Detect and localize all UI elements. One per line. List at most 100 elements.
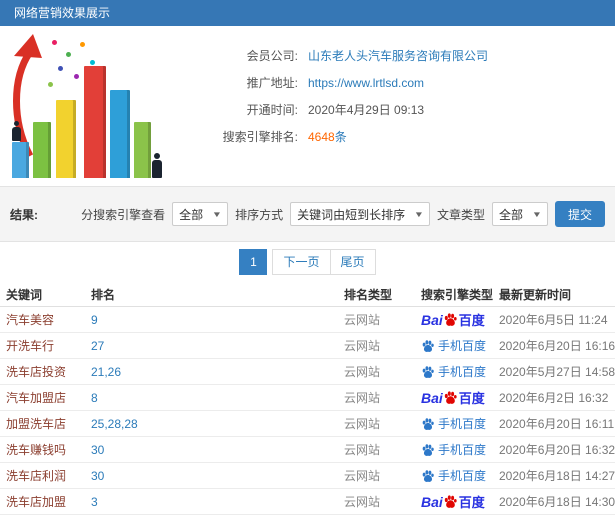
keyword-cell: 洗车赚钱吗 [6, 443, 67, 457]
chevron-down-icon: ▼ [211, 209, 223, 219]
table-row: 开洗车行 27 云网站 手机百度 2020年6月20日 16:16 [0, 333, 615, 359]
mobile-baidu-label: 手机百度 [438, 365, 487, 379]
engine-filter-value: 全部 [179, 207, 204, 222]
baidu-paw-icon [444, 391, 457, 404]
rank-type-cell: 云网站 [344, 417, 381, 431]
baidu-paw-icon [422, 365, 434, 378]
baidu-logo-cn: 百度 [458, 313, 485, 328]
table-row: 洗车店投资 21,26 云网站 手机百度 2020年5月27日 14:58 [0, 359, 615, 385]
chart-bar [33, 122, 51, 178]
filter-controls: 分搜索引擎查看 全部 ▼ 排序方式 关键词由短到长排序 ▼ 文章类型 全部 ▼ … [81, 201, 605, 227]
type-filter-label: 文章类型 [437, 207, 486, 222]
engine-filter-select[interactable]: 全部 ▼ [172, 202, 229, 226]
pagination: 1 下一页 尾页 [0, 242, 615, 282]
rank-link[interactable]: 30 [85, 469, 338, 483]
header-engine-type: 搜索引擎类型 [421, 287, 493, 302]
rank-type-cell: 云网站 [344, 495, 381, 509]
info-row-site: 推广地址: https://www.lrtlsd.com [170, 69, 615, 96]
mobile-baidu-label: 手机百度 [438, 339, 487, 353]
sort-filter-value: 关键词由短到长排序 [297, 207, 406, 222]
baidu-paw-icon [422, 443, 434, 456]
chart-bar [84, 66, 106, 178]
baidu-logo-text: Bai [421, 389, 443, 406]
header-keyword: 关键词 [6, 287, 43, 302]
header-rank-type: 排名类型 [344, 287, 393, 302]
rank-count-suffix: 条 [334, 130, 347, 144]
rank-link[interactable]: 9 [85, 313, 338, 327]
update-time-cell: 2020年6月18日 14:27 [499, 469, 615, 483]
dot-icon [58, 66, 63, 71]
keyword-cell: 洗车店加盟 [6, 495, 67, 509]
keyword-cell: 洗车店利润 [6, 469, 67, 483]
baidu-paw-icon [444, 313, 457, 326]
sort-filter-select[interactable]: 关键词由短到长排序 ▼ [290, 202, 431, 226]
rank-link[interactable]: 3 [85, 495, 338, 509]
engine-cell: Bai 百度 [415, 388, 493, 407]
rank-count-value: 4648 [308, 129, 335, 144]
table-row: 汽车加盟店 8 云网站 Bai 百度 2020年6月2日 16:32 [0, 385, 615, 411]
page-title: 网络营销效果展示 [14, 6, 111, 20]
table-header: 关键词 排名 排名类型 搜索引擎类型 最新更新时间 [0, 282, 615, 307]
keyword-cell: 加盟洗车店 [6, 417, 67, 431]
table-row: 洗车店加盟 3 云网站 Bai 百度 2020年6月18日 14:30 [0, 489, 615, 515]
last-page-button[interactable]: 尾页 [329, 249, 376, 275]
info-row-company: 会员公司: 山东老人头汽车服务咨询有限公司 [170, 42, 615, 69]
account-info-list: 会员公司: 山东老人头汽车服务咨询有限公司 推广地址: https://www.… [170, 26, 615, 186]
table-row: 洗车店利润 30 云网站 手机百度 2020年6月18日 14:27 [0, 463, 615, 489]
dot-icon [66, 52, 71, 57]
filter-bar: 结果: 分搜索引擎查看 全部 ▼ 排序方式 关键词由短到长排序 ▼ 文章类型 全… [0, 186, 615, 242]
rank-type-cell: 云网站 [344, 313, 381, 327]
keyword-cell: 汽车加盟店 [6, 391, 67, 405]
info-row-open-time: 开通时间: 2020年4月29日 09:13 [170, 96, 615, 123]
marketing-report-page: 网络营销效果展示 会员公司: 山东老人头汽车服务咨询有限公司 推广地址: htt… [0, 0, 615, 520]
mobile-baidu-label: 手机百度 [438, 469, 487, 483]
rank-link[interactable]: 25,28,28 [85, 417, 338, 431]
engine-cell: 手机百度 [415, 467, 493, 484]
company-link[interactable]: 山东老人头汽车服务咨询有限公司 [308, 47, 488, 64]
chart-bar [56, 100, 76, 178]
update-time-cell: 2020年5月27日 14:58 [499, 365, 615, 379]
rank-link[interactable]: 27 [85, 339, 338, 353]
dot-icon [48, 82, 53, 87]
rank-link[interactable]: 8 [85, 391, 338, 405]
baidu-logo-text: Bai [421, 493, 443, 510]
rank-count-label: 搜索引擎排名: [222, 130, 298, 144]
table-row: 加盟洗车店 25,28,28 云网站 手机百度 2020年6月20日 16:11 [0, 411, 615, 437]
marketing-graphic [0, 26, 170, 184]
chart-bar [134, 122, 151, 178]
dot-icon [74, 74, 79, 79]
type-filter-value: 全部 [499, 207, 524, 222]
ranking-table: 关键词 排名 排名类型 搜索引擎类型 最新更新时间 汽车美容 9 云网站 Bai… [0, 282, 615, 515]
result-label: 结果: [10, 207, 38, 222]
engine-cell: 手机百度 [415, 337, 493, 354]
rank-type-cell: 云网站 [344, 391, 381, 405]
page-current[interactable]: 1 [239, 249, 268, 275]
rank-link[interactable]: 30 [85, 443, 338, 457]
mobile-baidu-label: 手机百度 [438, 443, 487, 457]
rank-type-cell: 云网站 [344, 365, 381, 379]
open-time-value: 2020年4月29日 09:13 [308, 103, 425, 117]
update-time-cell: 2020年6月20日 16:16 [499, 339, 615, 353]
header-rank: 排名 [91, 287, 116, 302]
update-time-cell: 2020年6月20日 16:32 [499, 443, 615, 457]
dot-icon [52, 40, 57, 45]
baidu-paw-icon [422, 339, 434, 352]
baidu-logo-cn: 百度 [458, 391, 485, 406]
baidu-logo-text: Bai [421, 311, 443, 328]
baidu-logo-cn: 百度 [458, 495, 485, 510]
baidu-paw-icon [444, 495, 457, 508]
next-page-button[interactable]: 下一页 [272, 249, 331, 275]
submit-button[interactable]: 提交 [554, 201, 605, 227]
update-time-cell: 2020年6月18日 14:30 [499, 495, 615, 509]
dot-icon [90, 60, 95, 65]
rank-type-cell: 云网站 [344, 469, 381, 483]
rank-link[interactable]: 21,26 [85, 365, 338, 379]
type-filter-select[interactable]: 全部 ▼ [492, 202, 548, 226]
site-link[interactable]: https://www.lrtlsd.com [308, 76, 424, 90]
page-header: 网络营销效果展示 [0, 0, 615, 26]
chevron-down-icon: ▼ [531, 209, 543, 219]
dot-icon [80, 42, 85, 47]
engine-cell: Bai 百度 [415, 310, 493, 329]
company-label: 会员公司: [246, 49, 298, 63]
mobile-baidu-label: 手机百度 [438, 417, 487, 431]
